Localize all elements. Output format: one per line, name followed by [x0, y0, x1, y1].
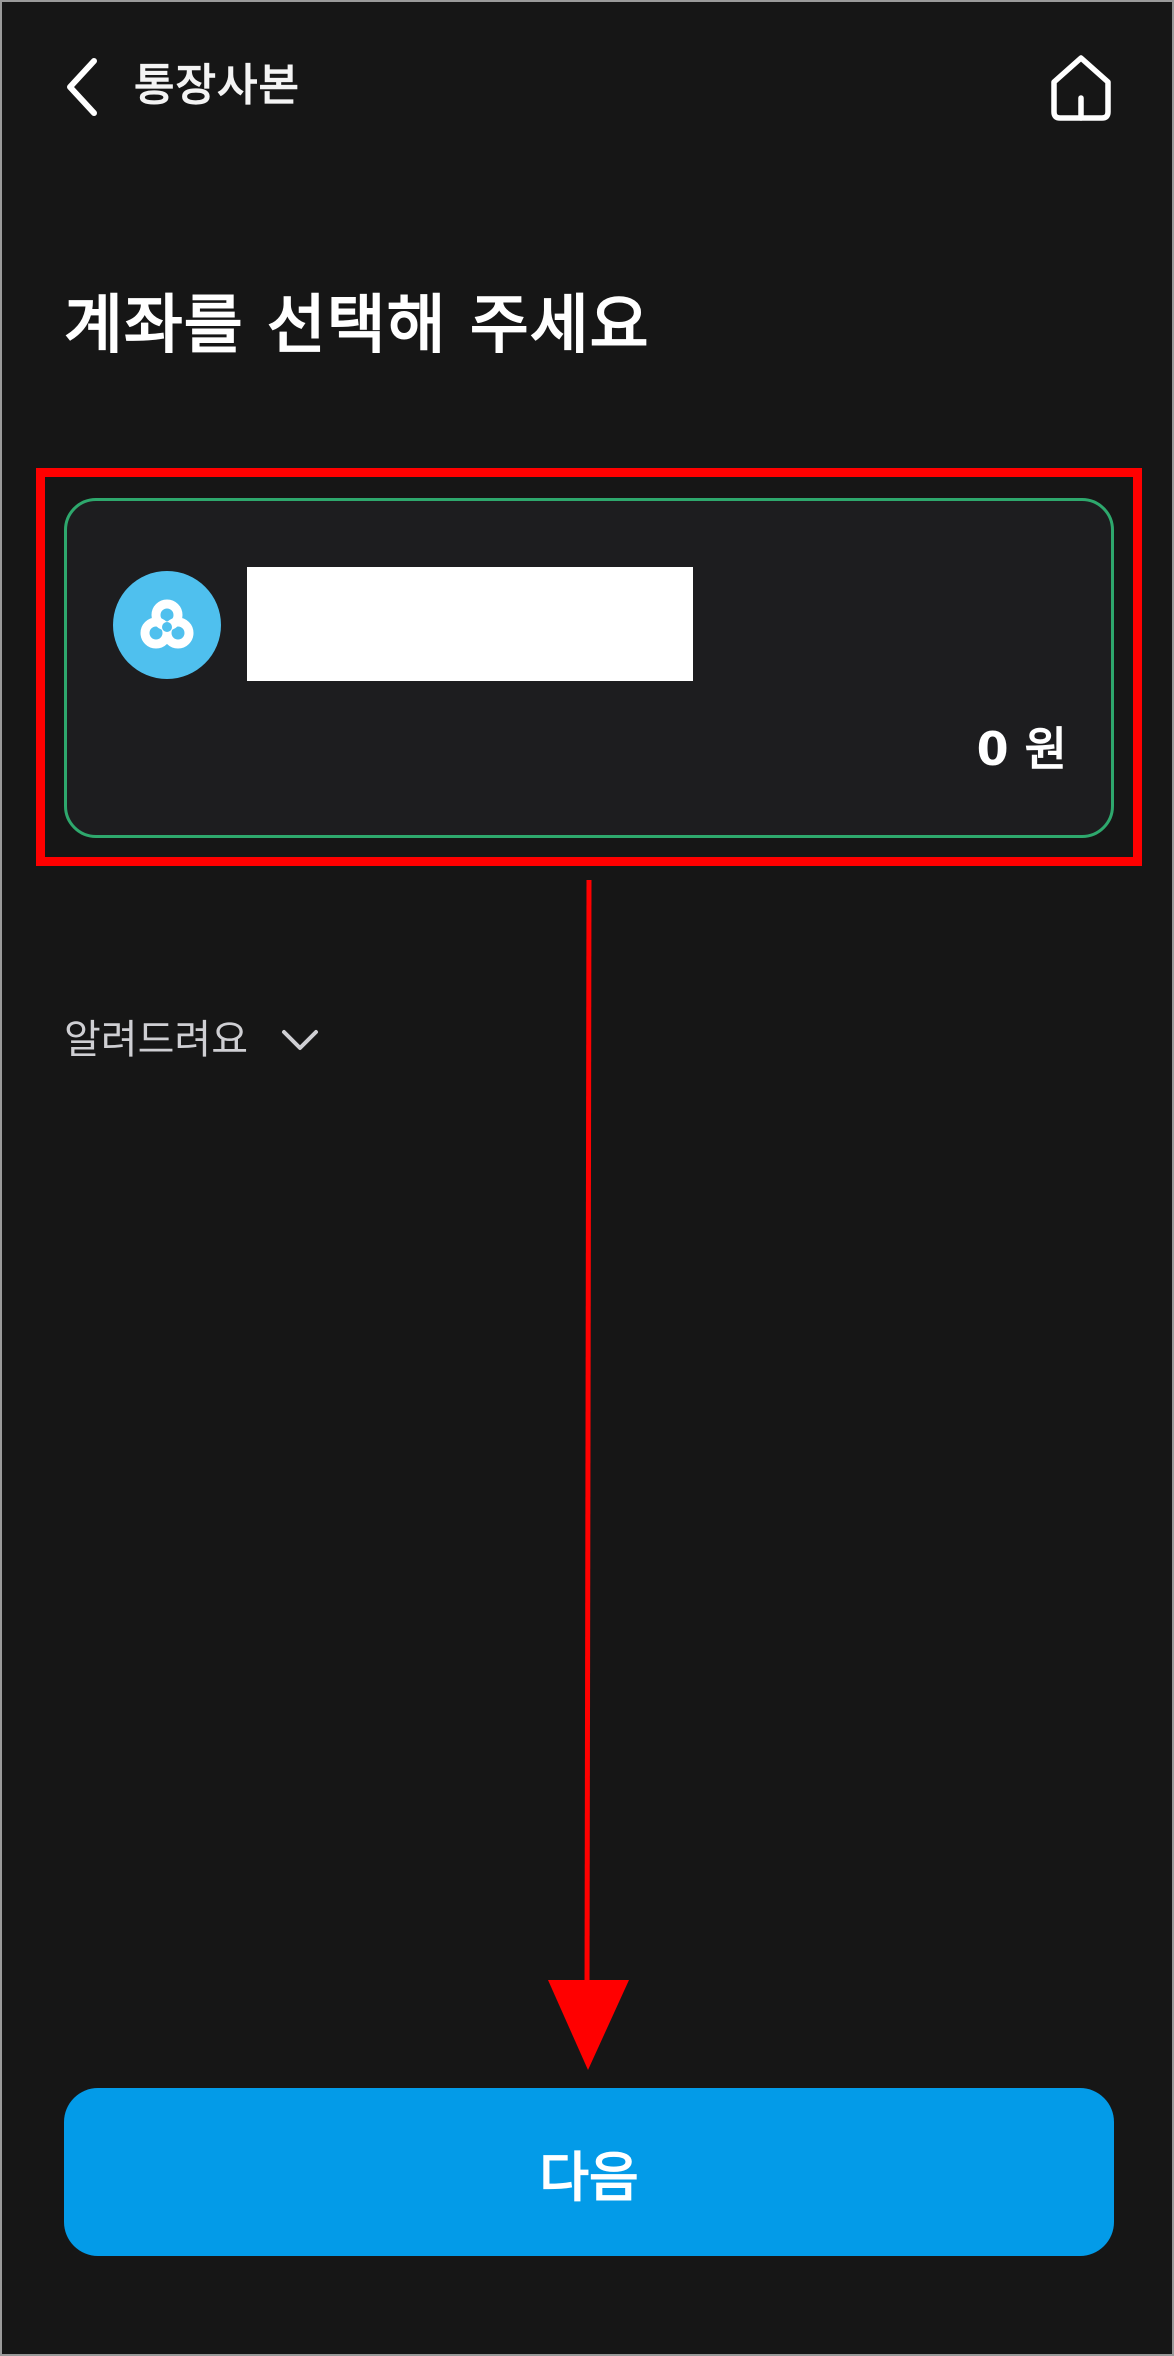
home-icon — [1051, 55, 1111, 121]
chevron-down-icon — [278, 1018, 322, 1062]
account-card[interactable]: 0 원 — [64, 498, 1114, 838]
next-button[interactable]: 다음 — [64, 2088, 1114, 2256]
account-name-redacted — [247, 567, 693, 681]
annotation-arrow-shaft — [584, 879, 592, 1999]
chevron-left-icon — [67, 58, 97, 116]
annotation-arrow-head — [548, 1980, 629, 2070]
back-button[interactable] — [52, 47, 122, 127]
notice-label: 알려드려요 — [64, 1017, 248, 1063]
notice-toggle[interactable]: 알려드려요 — [64, 1010, 322, 1070]
top-bar: 통장사본 — [2, 2, 1172, 172]
bank-logo-icon — [140, 599, 194, 649]
page-title: 계좌를 선택해 주세요 — [64, 289, 650, 363]
header-title: 통장사본 — [134, 60, 300, 111]
bank-logo — [113, 571, 221, 679]
home-button[interactable] — [1044, 50, 1118, 124]
account-balance: 0 원 — [976, 722, 1067, 776]
app-screen: 통장사본 계좌를 선택해 주세요 0 원 알려드려요 다음 — [0, 0, 1174, 2356]
